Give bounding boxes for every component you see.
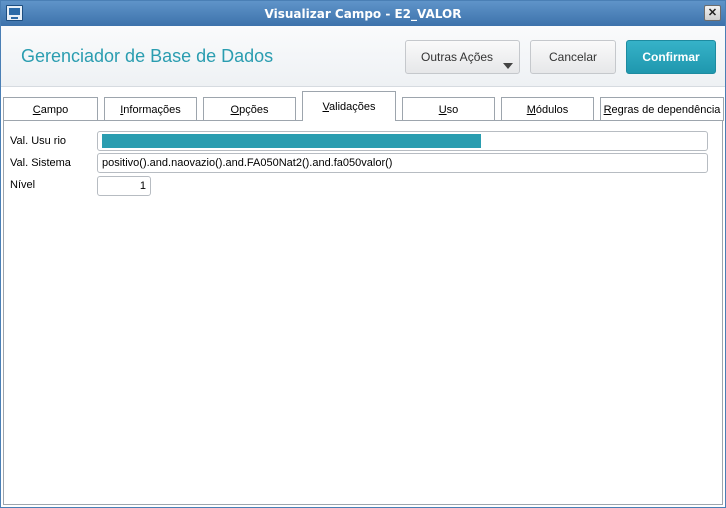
- tab-uso[interactable]: Uso: [402, 97, 495, 121]
- chevron-down-icon: [503, 63, 513, 69]
- tab-bar: Campo Informações Opções Validações Uso …: [1, 87, 725, 121]
- cancel-button[interactable]: Cancelar: [530, 40, 616, 74]
- title-bar[interactable]: Visualizar Campo - E2_VALOR ✕: [1, 1, 725, 26]
- val-usuario-label: Val. Usu rio: [10, 135, 67, 147]
- nivel-field[interactable]: 1: [97, 176, 151, 196]
- confirm-button[interactable]: Confirmar: [626, 40, 716, 74]
- val-sistema-field[interactable]: positivo().and.naovazio().and.FA050Nat2(…: [97, 153, 708, 173]
- val-usuario-selection: [102, 134, 481, 148]
- val-sistema-label: Val. Sistema: [10, 157, 71, 169]
- tab-modulos[interactable]: Módulos: [501, 97, 594, 121]
- window-title: Visualizar Campo - E2_VALOR: [264, 7, 462, 21]
- tab-informacoes[interactable]: Informações: [104, 97, 197, 121]
- nivel-label: Nível: [10, 179, 36, 191]
- outras-acoes-label: Outras Ações: [421, 50, 494, 64]
- tab-label: Módulos: [526, 104, 569, 116]
- tab-label: Informações: [120, 104, 181, 116]
- tab-label: Uso: [438, 104, 459, 116]
- validacoes-panel: Val. Usu rio Val. Sistema positivo().and…: [3, 120, 723, 505]
- tab-campo[interactable]: Campo: [3, 97, 98, 121]
- tab-validacoes[interactable]: Validações: [302, 91, 396, 121]
- header: Gerenciador de Base de Dados Outras Açõe…: [1, 26, 725, 87]
- tab-label: Regras de dependência: [603, 104, 721, 116]
- tab-regras-de-dependencia[interactable]: Regras de dependência: [600, 97, 724, 121]
- app-title: Gerenciador de Base de Dados: [21, 46, 274, 66]
- val-usuario-field[interactable]: [97, 131, 708, 151]
- tab-label: Campo: [32, 104, 69, 116]
- tab-label: Validações: [322, 101, 376, 113]
- dialog-window: Visualizar Campo - E2_VALOR ✕ Gerenciado…: [0, 0, 726, 508]
- tab-label: Opções: [230, 104, 269, 116]
- outras-acoes-button[interactable]: Outras Ações: [405, 40, 520, 74]
- tab-opcoes[interactable]: Opções: [203, 97, 296, 121]
- close-icon[interactable]: ✕: [704, 5, 721, 21]
